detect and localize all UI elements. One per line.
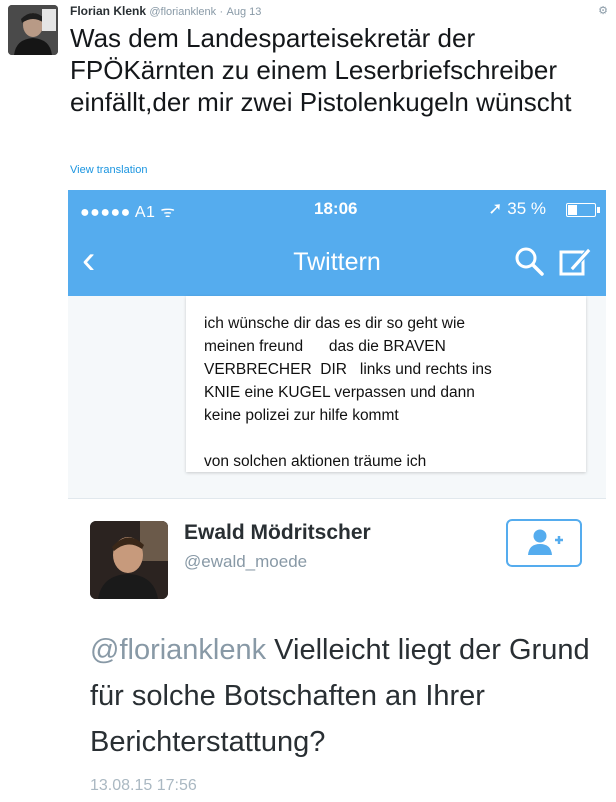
battery-icon xyxy=(566,203,600,217)
inner-author-name[interactable]: Ewald Mödritscher xyxy=(184,521,371,545)
wifi-icon: ᯤ xyxy=(160,204,176,221)
letter-snippet: ich wünsche dir das es dir so geht wie m… xyxy=(186,296,586,472)
inner-avatar[interactable] xyxy=(90,521,168,599)
user-avatar-icon xyxy=(8,5,58,55)
carrier-label: ●●●●● A1 ᯤ xyxy=(80,204,176,221)
embedded-screenshot: ●●●●● A1 ᯤ 18:06 ➚ 35 % ‹ Twittern ich w… xyxy=(68,190,606,802)
phone-status-bar: ●●●●● A1 ᯤ 18:06 ➚ 35 % xyxy=(68,190,606,230)
tweet-text: Was dem Landesparteisekretär der FPÖKärn… xyxy=(70,23,572,117)
view-translation-link[interactable]: View translation xyxy=(70,164,147,176)
user-avatar-icon xyxy=(90,521,168,599)
inner-tweet-card: Ewald Mödritscher @ewald_moede @floriank… xyxy=(68,499,606,802)
author-handle[interactable]: @florianklenk xyxy=(149,6,216,18)
location-icon: ➚ xyxy=(488,199,503,218)
letter-text: ich wünsche dir das es dir so geht wie m… xyxy=(204,315,492,470)
add-user-icon xyxy=(528,529,563,555)
twitter-nav-bar: ‹ Twittern xyxy=(68,230,606,296)
inner-author-handle[interactable]: @ewald_moede xyxy=(184,552,307,572)
author-avatar[interactable] xyxy=(8,5,58,55)
inner-tweet-text: @florianklenk Vielleicht liegt der Grund… xyxy=(90,627,590,765)
inner-timestamp: 13.08.15 17:56 xyxy=(90,777,197,794)
separator: · xyxy=(219,6,224,18)
clock: 18:06 xyxy=(314,199,358,218)
author-name[interactable]: Florian Klenk xyxy=(70,4,146,18)
search-icon[interactable] xyxy=(514,246,544,276)
follow-button[interactable] xyxy=(506,519,582,567)
gear-icon[interactable]: ⚙ xyxy=(598,4,608,17)
tweet-date[interactable]: Aug 13 xyxy=(227,6,262,18)
compose-icon[interactable] xyxy=(558,244,592,278)
tweet-header: Florian Klenk @florianklenk · Aug 13 xyxy=(70,4,261,18)
mention-link[interactable]: @florianklenk xyxy=(90,634,266,666)
battery-percent: ➚ 35 % xyxy=(488,199,546,218)
